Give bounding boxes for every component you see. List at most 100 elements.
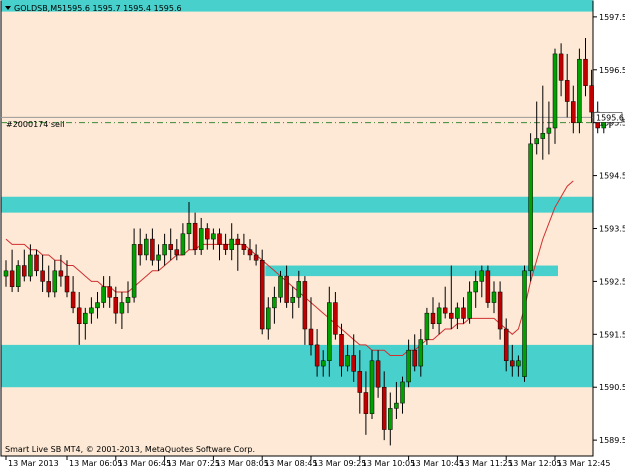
candle-body [302, 281, 308, 330]
candle-body [516, 360, 521, 367]
candle-body [95, 302, 100, 309]
candle-body [28, 254, 33, 277]
candle-body [479, 270, 485, 282]
candle-body [162, 244, 167, 256]
chart-header: GOLDSB,M5 1595.6 1595.7 1595.4 1595.6 [5, 4, 182, 13]
candle-body [241, 244, 247, 250]
x-tick-label: 13 Mar 12:05 [508, 459, 561, 468]
candle-body [34, 254, 39, 272]
candle-body [15, 265, 21, 287]
candle-body [528, 143, 533, 272]
zone-band [1, 344, 593, 388]
candle-body [247, 249, 253, 256]
candle-body [253, 254, 259, 261]
candle-body [327, 302, 332, 362]
candle-body [534, 138, 539, 145]
candle [424, 307, 430, 345]
candle-body [583, 58, 588, 86]
candle-body [314, 344, 320, 367]
zone-band [265, 265, 558, 277]
candle-body [442, 307, 448, 314]
candle-body [430, 312, 436, 324]
y-tick-label: 1589.5 [599, 436, 625, 445]
candle-body [522, 270, 527, 377]
candle-body [540, 133, 546, 139]
candle [522, 265, 527, 382]
candle-body [266, 307, 271, 330]
ohlc-label: 1595.6 1595.7 1595.4 1595.6 [62, 4, 182, 13]
x-tick-label: 13 Mar 2013 [8, 459, 59, 468]
candle-body [589, 85, 594, 113]
x-tick-label: 13 Mar 11:25 [459, 459, 512, 468]
candle-body [272, 297, 277, 309]
candle-body [485, 270, 491, 303]
candle-body [9, 270, 15, 287]
candle-body [125, 297, 131, 303]
x-tick-label: 13 Mar 10:05 [362, 459, 415, 468]
candle-body [168, 244, 173, 250]
x-tick-label: 13 Mar 06:05 [69, 459, 122, 468]
candle [259, 249, 265, 335]
chart[interactable]: 1597.5 1596.5 1595.5 1594.5 1593.5 1592.5 1591… [0, 0, 625, 469]
x-tick-label: 13 Mar 09:25 [313, 459, 366, 468]
candle-body [58, 270, 64, 277]
candle-body [375, 360, 381, 388]
candle [485, 265, 491, 308]
candle-body [83, 312, 88, 324]
candle-body [284, 275, 289, 303]
candle-body [449, 312, 454, 319]
y-tick-label: 1591.5 [599, 330, 625, 339]
candle-body [406, 349, 411, 383]
x-tick-label: 13 Mar 07:25 [167, 459, 220, 468]
candle-body [46, 281, 51, 293]
x-tick-label: 13 Mar 12:45 [557, 459, 610, 468]
candle-body [369, 360, 375, 414]
x-tick-label: 13 Mar 10:45 [411, 459, 464, 468]
candle-body [552, 53, 558, 129]
candle-body [235, 238, 241, 245]
price-tag-label: 1595.6 [596, 113, 624, 122]
candle-body [388, 408, 393, 430]
candle-body [333, 302, 338, 335]
candle-body [259, 259, 265, 330]
candle-body [357, 371, 363, 393]
candle-body [320, 360, 326, 367]
trade-label: #2000174 sell [6, 120, 64, 129]
candle-body [351, 355, 356, 372]
candle-body [278, 275, 283, 298]
candle-body [577, 58, 582, 123]
x-tick-label: 13 Mar 08:05 [215, 459, 268, 468]
candle-body [467, 291, 472, 319]
y-tick-label: 1597.5 [599, 13, 625, 22]
candle-body [296, 281, 302, 298]
candle-body [571, 101, 576, 123]
zone-band [1, 196, 593, 213]
price-chart[interactable]: 1597.51596.51595.51594.51593.51592.51591… [0, 0, 625, 469]
candle-body [308, 328, 314, 346]
plot-background [0, 0, 594, 457]
candle-body [174, 249, 180, 256]
candle-body [40, 270, 45, 282]
candle-body [412, 349, 417, 367]
candle-body [503, 328, 509, 362]
candle-body [101, 286, 106, 303]
candle-body [558, 53, 564, 81]
y-tick-label: 1590.5 [599, 383, 625, 392]
candle-body [424, 312, 430, 340]
candle-body [144, 238, 149, 256]
candle-body [113, 297, 119, 314]
copyright-label: Smart Live SB MT4, © 2001-2013, MetaQuot… [5, 445, 255, 454]
candle-body [363, 392, 369, 414]
candle-body [546, 127, 552, 134]
candle-body [22, 265, 27, 277]
candle-body [217, 233, 222, 245]
y-tick-label: 1593.5 [599, 225, 625, 234]
candle-body [150, 238, 155, 261]
candle-body [418, 339, 424, 367]
candle [528, 133, 533, 282]
candle-body [436, 307, 442, 324]
candle-body [345, 355, 350, 367]
candle-body [400, 381, 405, 404]
x-tick-label: 13 Mar 08:45 [264, 459, 317, 468]
candle-body [455, 307, 460, 319]
